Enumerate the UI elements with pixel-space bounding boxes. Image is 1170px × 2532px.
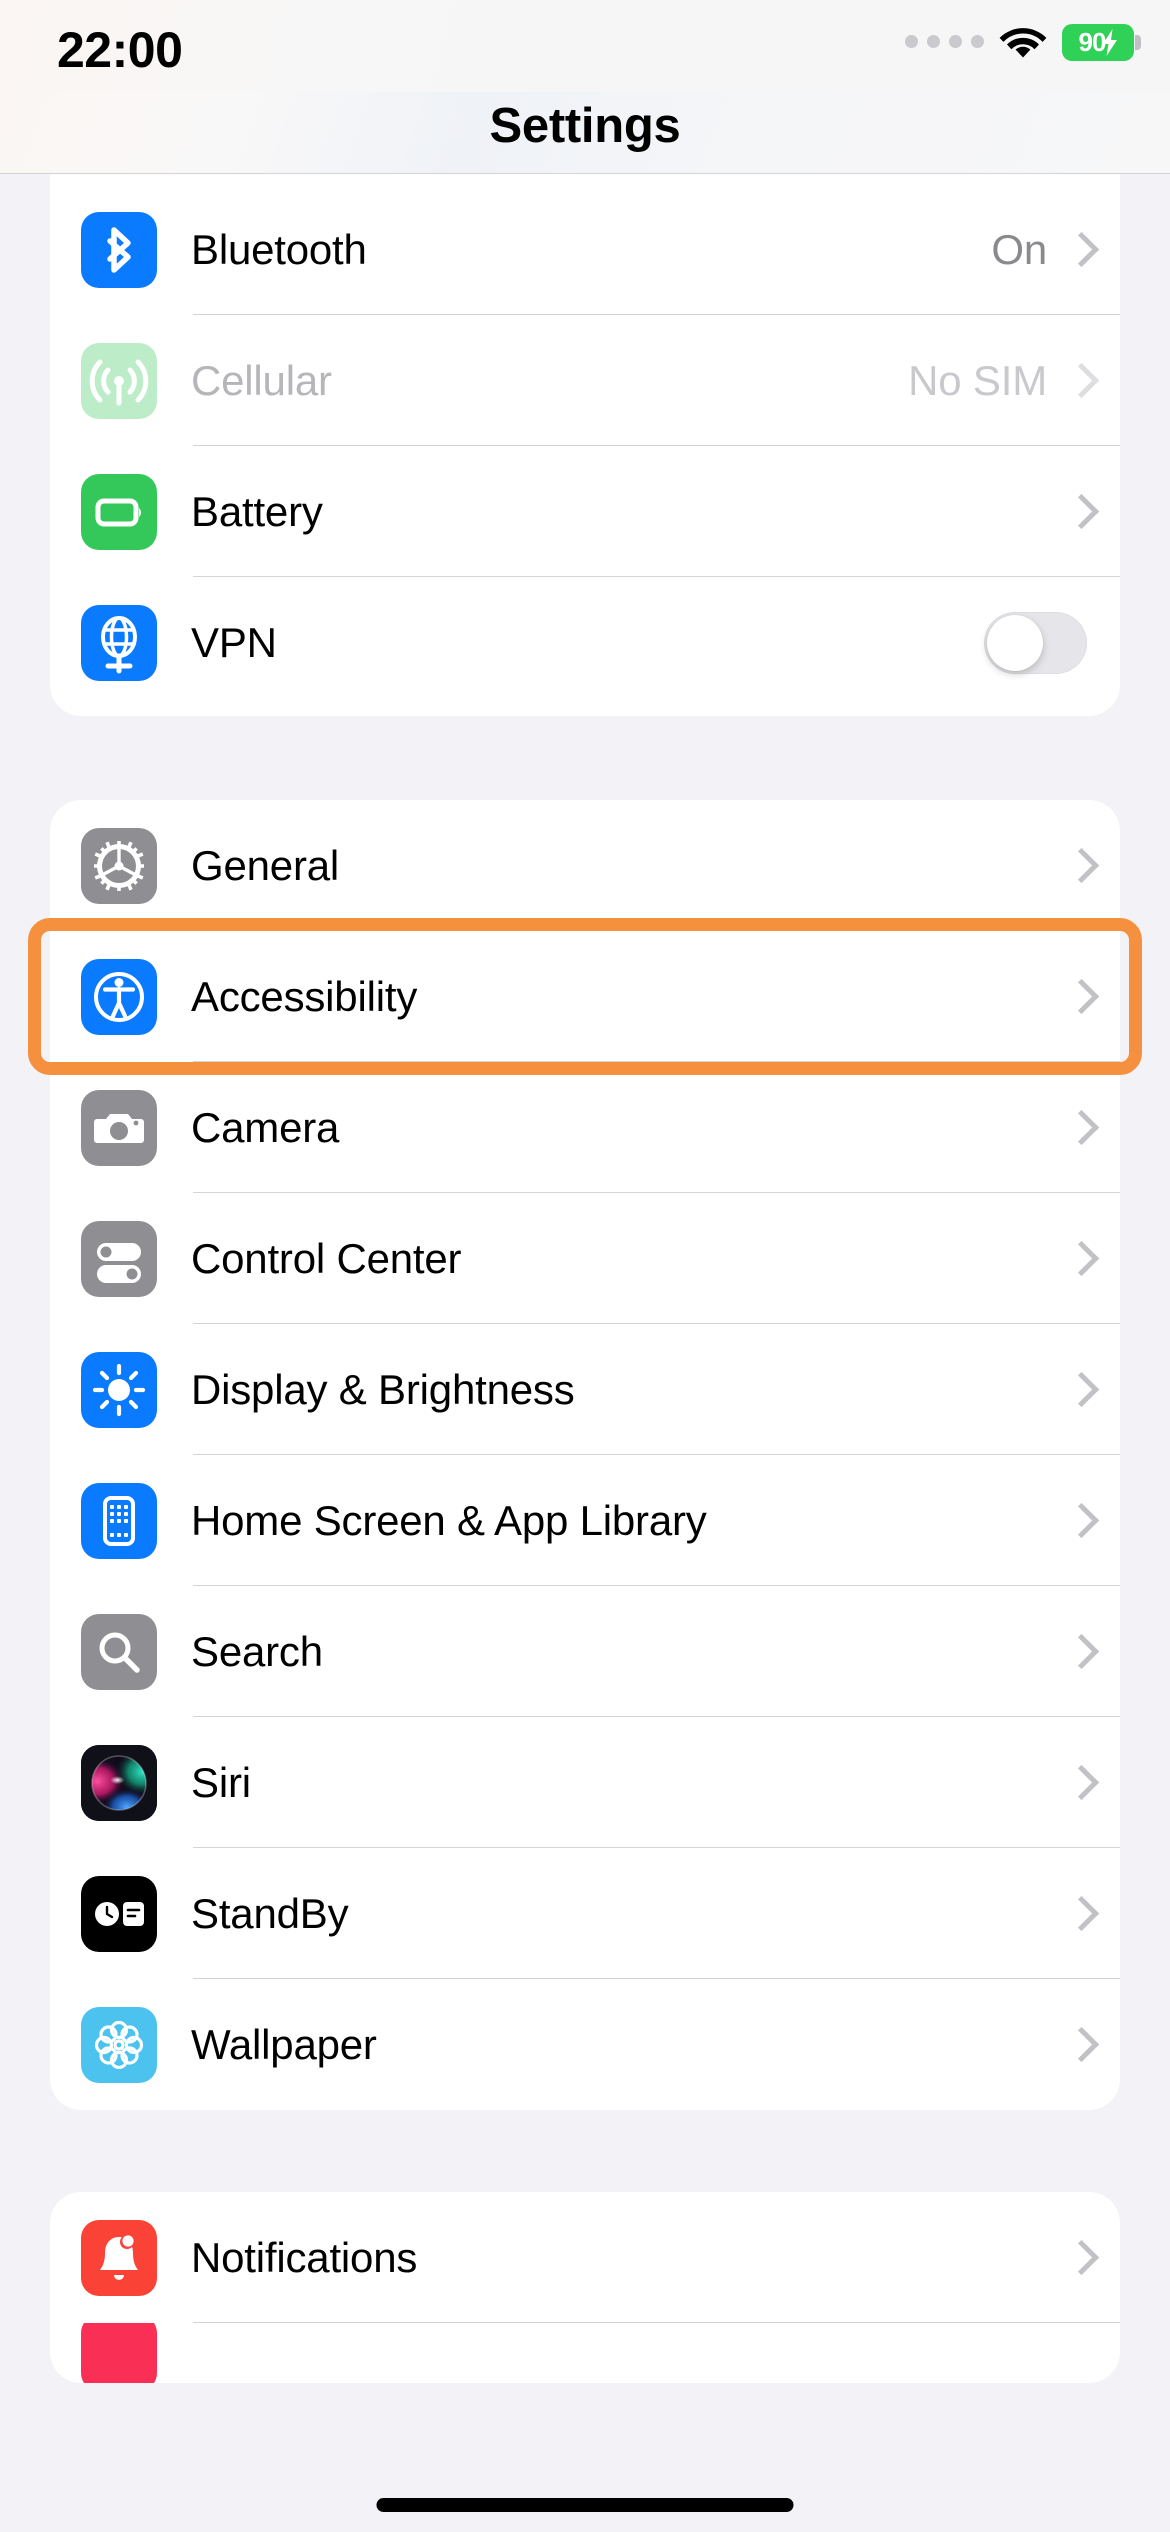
settings-row-label: Home Screen & App Library: [191, 1496, 707, 1544]
settings-row-value: On: [991, 225, 1047, 273]
control-center-icon: [81, 1220, 157, 1297]
chevron-right-icon: [1069, 1243, 1087, 1275]
settings-row-battery[interactable]: Battery: [50, 446, 1120, 577]
chevron-right-icon: [1069, 1636, 1087, 1668]
battery-icon: 90: [1062, 24, 1141, 61]
home-screen-icon: [81, 1482, 157, 1559]
settings-row-label: General: [191, 841, 340, 889]
settings-row-display-brightness[interactable]: Display & Brightness: [50, 1324, 1120, 1455]
bluetooth-icon: [81, 211, 157, 288]
settings-row-label: Control Center: [191, 1234, 462, 1282]
chevron-right-icon: [1069, 1505, 1087, 1537]
settings-row-accessibility[interactable]: Accessibility: [50, 931, 1120, 1062]
settings-row-label: Siri: [191, 1758, 251, 1806]
chevron-right-icon: [1069, 365, 1087, 397]
settings-row-label: StandBy: [191, 1889, 349, 1937]
standby-icon: [81, 1875, 157, 1952]
sounds-haptics-icon: [81, 2323, 157, 2383]
status-bar-time: 22:00: [57, 22, 183, 78]
settings-row-general[interactable]: General: [50, 800, 1120, 931]
settings-row-label: Bluetooth: [191, 225, 367, 273]
accessibility-icon: [81, 958, 157, 1035]
wallpaper-icon: [81, 2006, 157, 2083]
settings-row-wallpaper[interactable]: Wallpaper: [50, 1979, 1120, 2110]
vpn-globe-icon: [81, 604, 157, 681]
charging-bolt-icon: [1103, 29, 1117, 56]
settings-row-vpn[interactable]: VPN: [50, 577, 1120, 708]
brightness-icon: [81, 1351, 157, 1428]
siri-icon: [81, 1744, 157, 1821]
settings-row-home-screen[interactable]: Home Screen & App Library: [50, 1455, 1120, 1586]
home-indicator: [376, 2498, 794, 2512]
chevron-right-icon: [1069, 1374, 1087, 1406]
settings-row-label: Cellular: [191, 356, 332, 404]
chevron-right-icon: [1069, 1898, 1087, 1930]
settings-row-label: Notifications: [191, 2233, 418, 2281]
status-bar: 22:00 90: [0, 0, 1170, 92]
settings-row-label: Search: [191, 1627, 323, 1675]
settings-row-notifications[interactable]: Notifications: [50, 2192, 1120, 2323]
settings-row-search[interactable]: Search: [50, 1586, 1120, 1717]
cellular-icon: [81, 342, 157, 419]
settings-row-label: Wallpaper: [191, 2020, 377, 2068]
signal-dots-icon: [905, 35, 984, 50]
chevron-right-icon: [1069, 496, 1087, 528]
settings-row-label: Camera: [191, 1103, 340, 1151]
settings-row-bluetooth[interactable]: Bluetooth On: [50, 184, 1120, 315]
chevron-right-icon: [1069, 2242, 1087, 2274]
chevron-right-icon: [1069, 234, 1087, 266]
gear-icon: [81, 827, 157, 904]
chevron-right-icon: [1069, 850, 1087, 882]
settings-scroll-area[interactable]: Bluetooth On Cellular No SIM Battery VPN…: [0, 174, 1170, 2532]
chevron-right-icon: [1069, 2029, 1087, 2061]
settings-row-camera[interactable]: Camera: [50, 1062, 1120, 1193]
settings-row-label: Accessibility: [191, 972, 418, 1020]
wifi-icon: [999, 25, 1047, 61]
settings-row-label: Battery: [191, 487, 323, 535]
chevron-right-icon: [1069, 1767, 1087, 1799]
bell-icon: [81, 2219, 157, 2296]
chevron-right-icon: [1069, 981, 1087, 1013]
settings-group-connectivity: Bluetooth On Cellular No SIM Battery VPN: [50, 174, 1120, 716]
settings-row-siri[interactable]: Siri: [50, 1717, 1120, 1848]
settings-row-standby[interactable]: StandBy: [50, 1848, 1120, 1979]
vpn-toggle[interactable]: [984, 611, 1087, 674]
settings-row-partial[interactable]: [50, 2323, 1120, 2383]
search-icon: [81, 1613, 157, 1690]
status-bar-indicators: 90: [905, 24, 1141, 61]
page-title: Settings: [489, 99, 681, 153]
battery-icon: [81, 473, 157, 550]
settings-row-cellular[interactable]: Cellular No SIM: [50, 315, 1120, 446]
settings-group-system: General Accessibility Camera Control Cen…: [50, 800, 1120, 2110]
settings-row-label: VPN: [191, 618, 277, 666]
chevron-right-icon: [1069, 1112, 1087, 1144]
settings-row-label: Display & Brightness: [191, 1365, 575, 1413]
settings-row-value: No SIM: [908, 356, 1047, 404]
iphone-settings-screen: Settings 22:00 90 Bluetooth On Cellular …: [0, 0, 1170, 2532]
settings-group-notifications: Notifications: [50, 2192, 1120, 2383]
camera-icon: [81, 1089, 157, 1166]
settings-row-control-center[interactable]: Control Center: [50, 1193, 1120, 1324]
